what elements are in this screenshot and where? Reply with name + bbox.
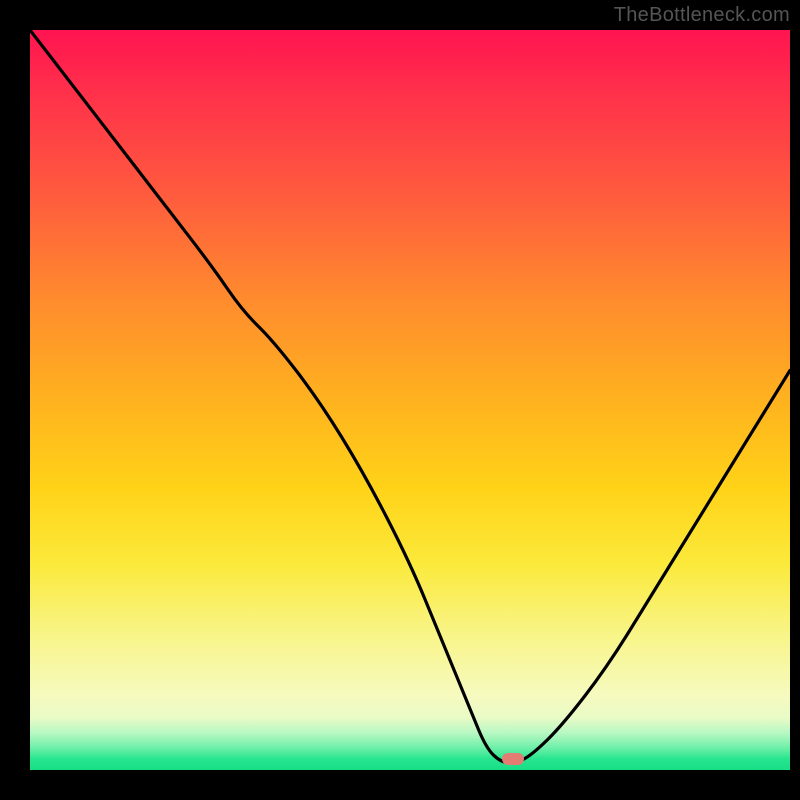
curve-svg: [30, 30, 790, 770]
watermark-text: TheBottleneck.com: [614, 4, 790, 27]
bottleneck-curve: [30, 30, 790, 763]
plot-area: [30, 30, 790, 770]
optimal-marker: [502, 753, 524, 765]
chart-container: TheBottleneck.com: [0, 0, 800, 800]
